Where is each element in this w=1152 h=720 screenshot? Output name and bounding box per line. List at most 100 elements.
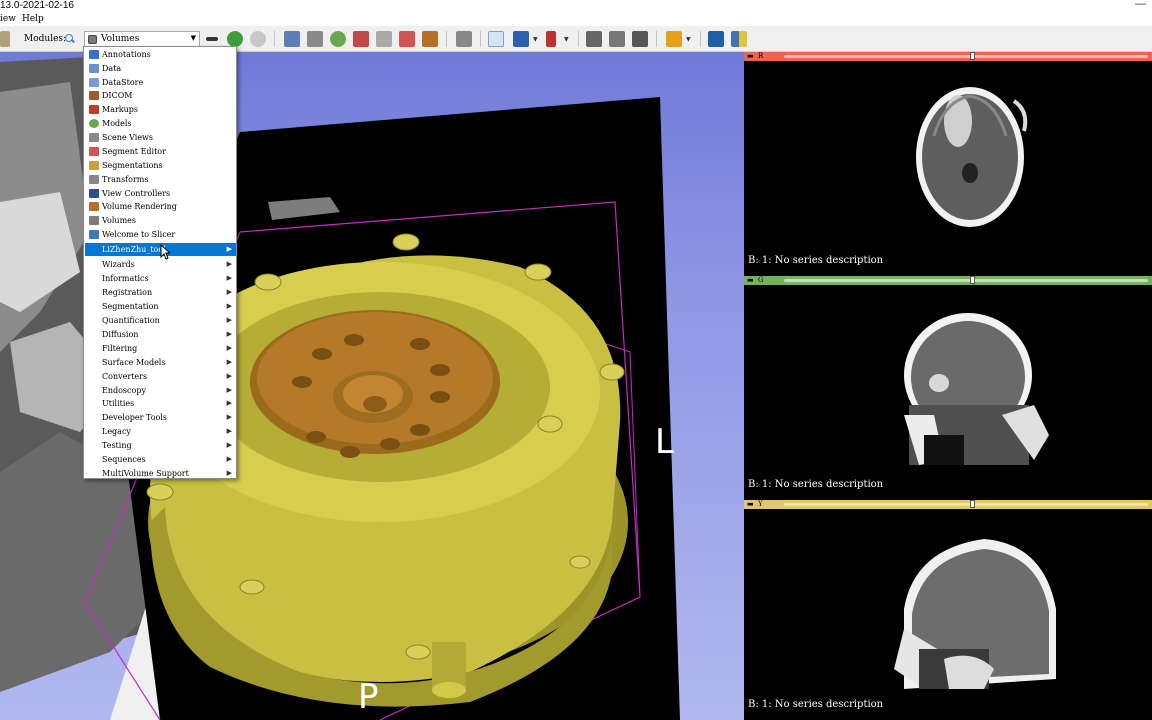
submenu-converters[interactable]: Converters ▶ bbox=[85, 370, 236, 383]
record-icon[interactable] bbox=[632, 31, 648, 47]
extension-manager-icon[interactable] bbox=[708, 31, 724, 47]
toolbar-separator bbox=[700, 31, 701, 47]
menu-item-view-controllers[interactable]: View Controllers bbox=[85, 187, 236, 200]
toolbar-separator bbox=[656, 31, 657, 47]
menu-item-data[interactable]: Data bbox=[85, 62, 236, 75]
search-icon[interactable] bbox=[64, 33, 76, 45]
pin-icon[interactable]: ▬ bbox=[747, 501, 754, 508]
menu-item-scene-views[interactable]: Scene Views bbox=[85, 131, 236, 144]
chevron-down-icon[interactable]: ▼ bbox=[533, 36, 538, 43]
slice-offset-slider[interactable] bbox=[784, 279, 1148, 282]
module-selector[interactable]: Volumes ▼ bbox=[84, 31, 200, 47]
volumes-toolbar-icon[interactable] bbox=[307, 31, 323, 47]
minimize-icon[interactable]: — bbox=[1135, 0, 1146, 10]
volume-rendering-icon bbox=[89, 202, 99, 211]
crosshair-icon[interactable] bbox=[666, 31, 682, 47]
transforms-icon bbox=[89, 175, 99, 184]
chevron-right-icon: ▶ bbox=[226, 441, 232, 449]
submenu-diffusion[interactable]: Diffusion ▶ bbox=[85, 328, 236, 341]
slice-view-red[interactable]: ▬ R B: 1: No series description bbox=[744, 52, 1152, 276]
menu-item-volume-rendering[interactable]: Volume Rendering bbox=[85, 200, 236, 213]
transforms-icon[interactable] bbox=[376, 31, 392, 47]
submenu-informatics[interactable]: Informatics ▶ bbox=[85, 272, 236, 285]
chevron-down-icon[interactable]: ▼ bbox=[564, 36, 569, 43]
back-arrow-icon[interactable] bbox=[227, 31, 243, 47]
slice-controller-bar[interactable]: ▬ G bbox=[744, 276, 1152, 285]
coronal-ct-image bbox=[904, 313, 1049, 465]
menu-item-annotations[interactable]: Annotations bbox=[85, 48, 236, 61]
menu-item-transforms[interactable]: Transforms bbox=[85, 173, 236, 186]
module-dropdown-menu: Annotations Data DataStore DICOM Markups… bbox=[83, 46, 237, 479]
submenu-developer-tools[interactable]: Developer Tools ▶ bbox=[85, 411, 236, 424]
menu-item-markups[interactable]: Markups bbox=[85, 103, 236, 116]
submenu-surface-models[interactable]: Surface Models ▶ bbox=[85, 356, 236, 369]
place-fiducial-icon[interactable] bbox=[513, 31, 529, 47]
slice-offset-slider[interactable] bbox=[784, 55, 1148, 58]
toolbar-separator bbox=[480, 31, 481, 47]
slice-offset-slider[interactable] bbox=[784, 503, 1148, 506]
orientation-label-p: P bbox=[358, 677, 379, 717]
segment-editor-icon bbox=[89, 147, 99, 156]
segment-editor-icon[interactable] bbox=[399, 31, 415, 47]
slice-caption: B: 1: No series description bbox=[748, 479, 884, 490]
chevron-down-icon[interactable]: ▼ bbox=[686, 36, 691, 43]
submenu-utilities[interactable]: Utilities ▶ bbox=[85, 397, 236, 410]
crosshair-mode-icon[interactable] bbox=[546, 31, 556, 47]
mouse-cursor-icon bbox=[160, 244, 170, 260]
slider-handle[interactable] bbox=[970, 52, 975, 60]
module-selector-value: Volumes bbox=[101, 34, 140, 44]
slice-controller-bar[interactable]: ▬ Y bbox=[744, 500, 1152, 509]
submenu-testing[interactable]: Testing ▶ bbox=[85, 439, 236, 452]
datastore-icon bbox=[89, 78, 99, 87]
slice-controller-bar[interactable]: ▬ R bbox=[744, 52, 1152, 61]
menu-help[interactable]: Help bbox=[22, 14, 44, 24]
slice-view-green[interactable]: ▬ G B: 1: No series description bbox=[744, 276, 1152, 500]
menu-item-models[interactable]: Models bbox=[85, 117, 236, 130]
slice-letter: G bbox=[758, 276, 764, 284]
submenu-sequences[interactable]: Sequences ▶ bbox=[85, 453, 236, 466]
menu-item-datastore[interactable]: DataStore bbox=[85, 76, 236, 89]
models-icon[interactable] bbox=[330, 31, 346, 47]
chevron-right-icon: ▶ bbox=[226, 358, 232, 366]
chevron-right-icon: ▶ bbox=[226, 274, 232, 282]
toolbar-separator bbox=[274, 31, 275, 47]
orientation-label-l: L bbox=[655, 422, 674, 462]
menu-item-volumes[interactable]: Volumes bbox=[85, 214, 236, 227]
capture-icon[interactable] bbox=[609, 31, 625, 47]
submenu-registration[interactable]: Registration ▶ bbox=[85, 286, 236, 299]
data-icon[interactable] bbox=[284, 31, 300, 47]
pin-icon[interactable]: ▬ bbox=[747, 277, 754, 284]
menu-view[interactable]: iew bbox=[0, 14, 16, 24]
menu-item-segment-editor[interactable]: Segment Editor bbox=[85, 145, 236, 158]
layout-icon[interactable] bbox=[456, 31, 472, 47]
scene-views-icon bbox=[89, 133, 99, 142]
submenu-multivolume-support[interactable]: MultiVolume Support ▶ bbox=[85, 467, 236, 480]
slider-handle[interactable] bbox=[970, 500, 975, 508]
toolbar-edge-icon[interactable] bbox=[0, 31, 10, 47]
volumes-icon bbox=[89, 216, 99, 225]
submenu-endoscopy[interactable]: Endoscopy ▶ bbox=[85, 384, 236, 397]
slice-letter: Y bbox=[758, 500, 763, 508]
submenu-quantification[interactable]: Quantification ▶ bbox=[85, 314, 236, 327]
python-icon[interactable] bbox=[731, 31, 747, 47]
screenshot-icon[interactable] bbox=[586, 31, 602, 47]
volume-rendering-icon[interactable] bbox=[422, 31, 438, 47]
forward-arrow-icon[interactable] bbox=[250, 31, 266, 47]
menu-item-dicom[interactable]: DICOM bbox=[85, 89, 236, 102]
pin-icon[interactable]: ▬ bbox=[747, 53, 754, 60]
submenu-legacy[interactable]: Legacy ▶ bbox=[85, 425, 236, 438]
menu-item-welcome[interactable]: Welcome to Slicer bbox=[85, 228, 236, 241]
minimize-panel-icon[interactable] bbox=[206, 37, 218, 41]
modules-label: Modules: bbox=[24, 34, 67, 44]
pointer-icon[interactable] bbox=[488, 31, 504, 47]
submenu-segmentation[interactable]: Segmentation ▶ bbox=[85, 300, 236, 313]
markups-icon[interactable] bbox=[353, 31, 369, 47]
slice-view-yellow[interactable]: ▬ Y B: 1: No series description bbox=[744, 500, 1152, 720]
slider-handle[interactable] bbox=[970, 276, 975, 284]
chevron-right-icon: ▶ bbox=[226, 344, 232, 352]
chevron-right-icon: ▶ bbox=[226, 260, 232, 268]
dicom-icon bbox=[89, 91, 99, 100]
volumes-icon bbox=[88, 35, 97, 44]
menu-item-segmentations[interactable]: Segmentations bbox=[85, 159, 236, 172]
submenu-filtering[interactable]: Filtering ▶ bbox=[85, 342, 236, 355]
